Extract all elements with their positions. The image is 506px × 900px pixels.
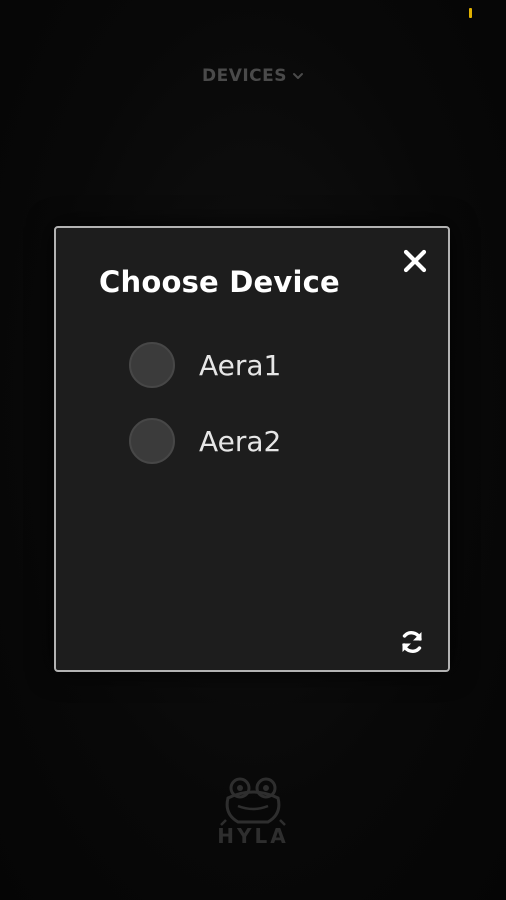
chevron-down-icon [292,70,304,82]
logo-text: HYLA [217,824,289,848]
refresh-icon [398,628,426,656]
radio-button[interactable] [129,342,175,388]
devices-dropdown-label: DEVICES [201,66,288,86]
device-label: Aera2 [199,424,282,458]
app-screen: DEVICES Choose Device Aera1 Aera2 HYLA [0,0,506,900]
device-list: Aera1 Aera2 [129,340,281,492]
frog-logo-icon [218,776,288,826]
modal-title: Choose Device [99,265,340,299]
device-option-aera2[interactable]: Aera2 [129,416,281,466]
choose-device-modal: Choose Device Aera1 Aera2 [54,226,450,672]
devices-dropdown[interactable]: DEVICES [0,66,506,86]
close-icon [402,248,428,274]
status-indicator [469,8,472,18]
device-option-aera1[interactable]: Aera1 [129,340,281,390]
close-button[interactable] [400,246,430,276]
refresh-button[interactable] [396,626,428,658]
hyla-logo: HYLA [213,776,293,856]
radio-button[interactable] [129,418,175,464]
device-label: Aera1 [199,348,282,382]
